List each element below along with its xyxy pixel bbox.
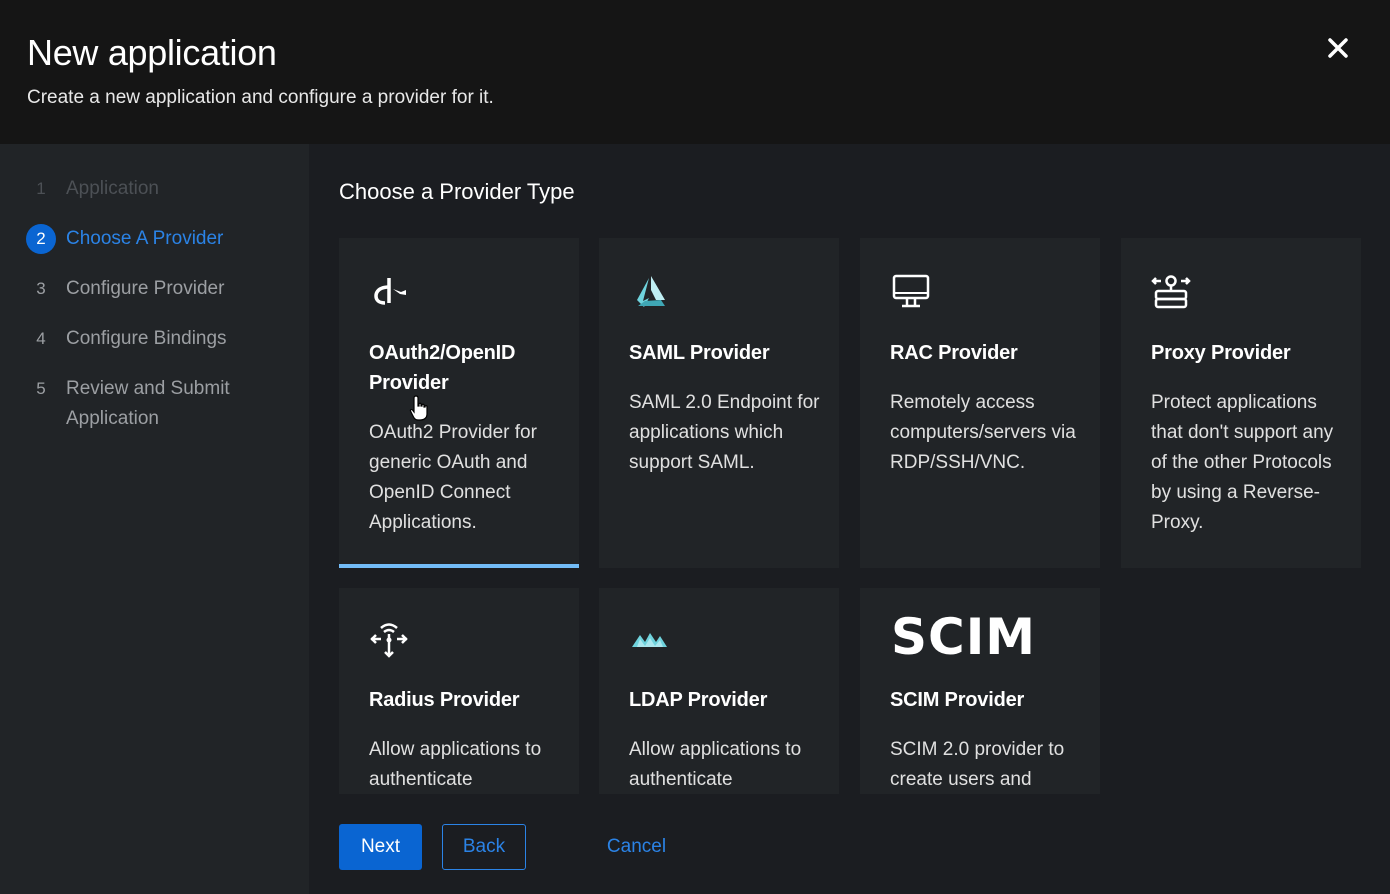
step-number: 3 bbox=[36, 279, 46, 298]
modal-title: New application bbox=[27, 32, 277, 73]
wizard-step-choose-provider[interactable]: 2 Choose A Provider bbox=[26, 224, 296, 254]
step-label: Choose A Provider bbox=[66, 228, 224, 249]
modal-subtitle: Create a new application and configure a… bbox=[27, 87, 494, 108]
card-description: Protect applications that don't support … bbox=[1151, 392, 1334, 533]
step-label: Configure Bindings bbox=[66, 328, 227, 349]
close-icon bbox=[1328, 38, 1348, 58]
card-description: Remotely access computers/servers via RD… bbox=[890, 392, 1076, 473]
card-title: Radius Provider bbox=[369, 689, 520, 711]
step-number: 2 bbox=[26, 224, 56, 254]
wizard-nav: 1 Application 2 Choose A Provider 3 Conf… bbox=[0, 144, 309, 894]
provider-card-saml[interactable]: SAML Provider SAML 2.0 Endpoint for appl… bbox=[599, 238, 839, 568]
card-title: Proxy Provider bbox=[1151, 342, 1291, 364]
card-title: OAuth2/OpenID Provider bbox=[369, 342, 516, 394]
provider-card-rac[interactable]: RAC Provider Remotely access computers/s… bbox=[860, 238, 1100, 568]
provider-card-scim[interactable]: SCIM SCIM Provider SCIM 2.0 provider to … bbox=[860, 588, 1100, 794]
wizard-step-configure-provider[interactable]: 3 Configure Provider bbox=[26, 274, 296, 304]
wizard-step-application[interactable]: 1 Application bbox=[26, 174, 296, 204]
card-title: SAML Provider bbox=[629, 342, 770, 364]
cancel-button[interactable]: Cancel bbox=[589, 824, 684, 870]
card-description: Allow applications to authenticate bbox=[369, 739, 542, 790]
radius-icon bbox=[370, 623, 408, 658]
openid-icon bbox=[374, 278, 406, 305]
back-button[interactable]: Back bbox=[442, 824, 526, 870]
close-button[interactable] bbox=[1320, 30, 1356, 66]
card-description: Allow applications to authenticate bbox=[629, 739, 802, 790]
card-title: RAC Provider bbox=[890, 342, 1018, 364]
card-description: SAML 2.0 Endpoint for applications which… bbox=[629, 392, 820, 473]
provider-card-radius[interactable]: Radius Provider Allow applications to au… bbox=[339, 588, 579, 794]
main-content: Choose a Provider Type OAuth2/OpenID Pro… bbox=[309, 144, 1390, 894]
modal-header: New application Create a new application… bbox=[0, 0, 1390, 144]
step-number: 5 bbox=[36, 379, 46, 398]
next-button[interactable]: Next bbox=[339, 824, 422, 870]
card-title: SCIM Provider bbox=[890, 689, 1025, 711]
step-label: Review and Submit Application bbox=[66, 378, 230, 429]
provider-card-oauth2[interactable]: OAuth2/OpenID Provider OAuth2 Provider f… bbox=[339, 238, 579, 568]
section-title: Choose a Provider Type bbox=[339, 179, 575, 204]
provider-card-ldap[interactable]: LDAP Provider Allow applications to auth… bbox=[599, 588, 839, 794]
step-label: Configure Provider bbox=[66, 278, 225, 299]
card-description: SCIM 2.0 provider to create users and bbox=[890, 739, 1065, 790]
scim-logo: SCIM bbox=[891, 608, 1037, 666]
ldap-icon bbox=[632, 633, 667, 647]
step-number: 1 bbox=[36, 179, 46, 198]
step-label: Application bbox=[66, 178, 159, 199]
desktop-icon bbox=[892, 274, 930, 308]
step-number: 4 bbox=[36, 329, 46, 348]
proxy-icon bbox=[1151, 275, 1191, 309]
wizard-step-review-submit[interactable]: 5 Review and Submit Application bbox=[26, 374, 256, 434]
saml-icon bbox=[637, 276, 665, 307]
provider-card-proxy[interactable]: Proxy Provider Protect applications that… bbox=[1121, 238, 1361, 568]
card-description: OAuth2 Provider for generic OAuth and Op… bbox=[369, 422, 537, 533]
hand-pointer-icon bbox=[409, 395, 428, 421]
wizard-step-configure-bindings[interactable]: 4 Configure Bindings bbox=[26, 324, 296, 354]
card-title: LDAP Provider bbox=[629, 689, 768, 711]
